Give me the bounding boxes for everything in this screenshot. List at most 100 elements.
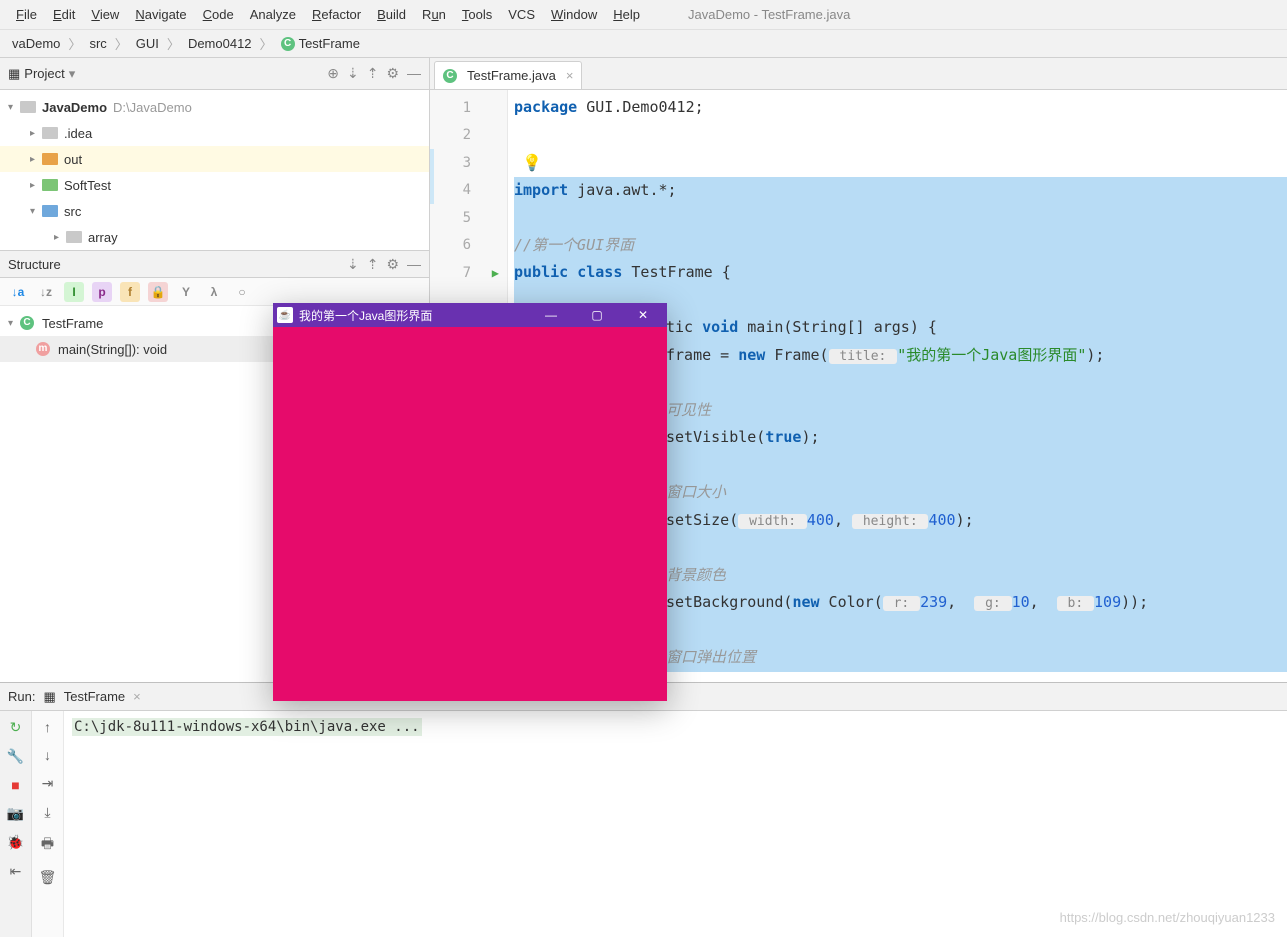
run-config-icon: ▦ <box>43 689 55 705</box>
folder-icon <box>66 231 82 243</box>
up-icon[interactable]: ↑ <box>44 719 51 735</box>
structure-toolbar: ↓a ↓z I p f 🔒 Y λ ○ <box>0 278 429 306</box>
hide-icon[interactable]: — <box>407 256 421 273</box>
debug-icon[interactable]: 🐞 <box>7 834 24 851</box>
run-console[interactable]: C:\jdk-8u111-windows-x64\bin\java.exe ..… <box>64 711 1287 937</box>
trash-icon[interactable]: 🗑 <box>39 869 57 886</box>
sort-visibility-icon[interactable]: ↓z <box>36 282 56 302</box>
line-number: 3 <box>430 149 507 177</box>
camera-icon[interactable]: 📷 <box>7 805 24 822</box>
window-title: JavaDemo - TestFrame.java <box>688 7 850 22</box>
tree-item-array[interactable]: ▸array <box>0 224 429 250</box>
java-icon: ☕ <box>277 307 293 323</box>
menu-analyze[interactable]: Analyze <box>242 3 304 26</box>
menu-vcs[interactable]: VCS <box>500 3 543 26</box>
tree-root[interactable]: ▾ JavaDemo D:\JavaDemo <box>0 94 429 120</box>
show-properties-icon[interactable]: p <box>92 282 112 302</box>
menu-help[interactable]: Help <box>605 3 648 26</box>
soft-wrap-icon[interactable]: ⇥ <box>42 775 54 792</box>
tree-root-path: D:\JavaDemo <box>113 100 192 115</box>
settings-icon[interactable]: ⚙ <box>386 65 399 82</box>
editor-tab-testframe[interactable]: C TestFrame.java × <box>434 61 582 89</box>
collapse-all-icon[interactable]: ⇡ <box>367 65 379 82</box>
chevron-right-icon: 〉 <box>256 34 277 53</box>
chevron-right-icon: 〉 <box>64 34 85 53</box>
minimize-button[interactable]: — <box>531 308 571 322</box>
project-tool-header: ▦ Project ▾ ⊕ ⇣ ⇡ ⚙ — <box>0 58 429 90</box>
project-view-label[interactable]: Project <box>24 66 64 81</box>
caret-right-icon: ▸ <box>54 232 66 243</box>
folder-icon <box>42 127 58 139</box>
show-interfaces-icon[interactable]: I <box>64 282 84 302</box>
crumb-src[interactable]: src <box>85 34 110 53</box>
tree-item-out[interactable]: ▸out <box>0 146 429 172</box>
crumb-project[interactable]: vaDemo <box>8 34 64 53</box>
close-icon[interactable]: × <box>133 689 141 704</box>
menu-window[interactable]: Window <box>543 3 605 26</box>
caret-right-icon: ▸ <box>30 180 42 191</box>
menu-navigate[interactable]: Navigate <box>127 3 194 26</box>
console-output: C:\jdk-8u111-windows-x64\bin\java.exe ..… <box>72 718 422 736</box>
show-fields-icon[interactable]: f <box>120 282 140 302</box>
run-gutter-icon[interactable]: ▶ <box>492 266 499 280</box>
java-app-window[interactable]: ☕ 我的第一个Java图形界面 — ▢ ✕ <box>273 303 667 701</box>
menu-tools[interactable]: Tools <box>454 3 500 26</box>
line-number: 6 <box>430 232 507 260</box>
rerun-icon[interactable]: ↻ <box>10 719 22 736</box>
crumb-demo[interactable]: Demo0412 <box>184 34 256 53</box>
watermark: https://blog.csdn.net/zhouqiyuan1233 <box>1060 910 1275 925</box>
show-inherited-icon[interactable]: Y <box>176 282 196 302</box>
caret-down-icon: ▾ <box>8 318 20 329</box>
locate-icon[interactable]: ⊕ <box>327 65 339 82</box>
class-icon: C <box>443 69 457 83</box>
crumb-gui[interactable]: GUI <box>132 34 163 53</box>
run-label: Run: <box>8 689 35 704</box>
scroll-end-icon[interactable]: ⤓ <box>44 804 50 821</box>
menu-view[interactable]: View <box>83 3 127 26</box>
menu-file[interactable]: File <box>8 3 45 26</box>
java-titlebar[interactable]: ☕ 我的第一个Java图形界面 — ▢ ✕ <box>273 303 667 327</box>
close-icon[interactable]: × <box>566 68 574 83</box>
menu-build[interactable]: Build <box>369 3 414 26</box>
tree-item-idea[interactable]: ▸.idea <box>0 120 429 146</box>
tree-root-name: JavaDemo <box>42 100 107 115</box>
module-icon <box>20 101 36 113</box>
caret-down-icon: ▾ <box>8 102 20 113</box>
caret-right-icon: ▸ <box>30 128 42 139</box>
menu-run[interactable]: Run <box>414 3 454 26</box>
collapse-icon[interactable]: ⇡ <box>367 256 379 273</box>
structure-tool-header: Structure ⇣ ⇡ ⚙ — <box>0 250 429 278</box>
line-number: 7▶ <box>430 259 507 287</box>
expand-icon[interactable]: ⇣ <box>347 256 359 273</box>
close-button[interactable]: ✕ <box>623 308 663 322</box>
chevron-right-icon: 〉 <box>163 34 184 53</box>
down-icon[interactable]: ↓ <box>44 747 51 763</box>
maximize-button[interactable]: ▢ <box>577 308 617 322</box>
hide-icon[interactable]: — <box>407 65 421 82</box>
show-locked-icon[interactable]: 🔒 <box>148 282 168 302</box>
caret-down-icon: ▾ <box>30 206 42 217</box>
bulb-icon[interactable]: 💡 <box>522 149 542 177</box>
crumb-class[interactable]: CTestFrame <box>277 34 364 54</box>
menu-edit[interactable]: Edit <box>45 3 83 26</box>
menu-code[interactable]: Code <box>195 3 242 26</box>
tree-item-src[interactable]: ▾src <box>0 198 429 224</box>
print-icon[interactable]: 🖶 <box>41 833 54 857</box>
class-icon: C <box>20 316 34 330</box>
wrench-icon[interactable]: 🔧 <box>7 748 24 765</box>
menu-refactor[interactable]: Refactor <box>304 3 369 26</box>
settings-icon[interactable]: ⚙ <box>386 256 399 273</box>
dropdown-icon[interactable]: ▾ <box>69 66 76 82</box>
structure-label: Structure <box>8 257 347 272</box>
exit-icon[interactable]: ⇤ <box>10 863 22 880</box>
run-toolbar-left: ↻ 🔧 ■ 📷 🐞 ⇤ <box>0 711 32 937</box>
expand-all-icon[interactable]: ⇣ <box>347 65 359 82</box>
autoscroll-icon[interactable]: ○ <box>232 282 252 302</box>
show-anonymous-icon[interactable]: λ <box>204 282 224 302</box>
sort-alpha-icon[interactable]: ↓a <box>8 282 28 302</box>
tree-item-softtest[interactable]: ▸SoftTest <box>0 172 429 198</box>
folder-icon <box>42 179 58 191</box>
run-tab-name[interactable]: TestFrame <box>64 689 125 704</box>
editor-tabs: C TestFrame.java × <box>430 58 1287 90</box>
stop-icon[interactable]: ■ <box>11 777 19 793</box>
